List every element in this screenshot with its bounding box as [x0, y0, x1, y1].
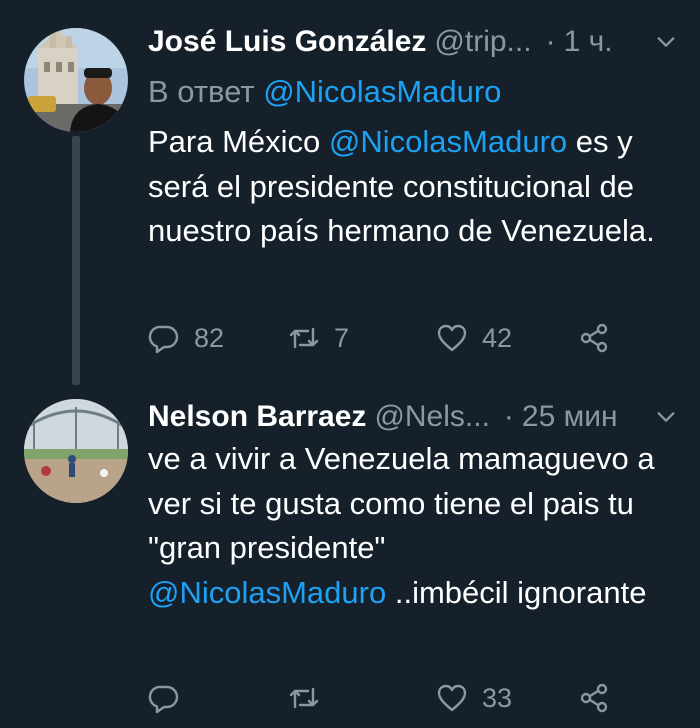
retweet-count: 7: [334, 322, 350, 353]
timestamp[interactable]: 25 мин: [522, 400, 618, 434]
share-nodes-icon: [580, 683, 608, 713]
mention-link[interactable]: @NicolasMaduro: [329, 124, 567, 159]
retweet-arrows-icon: [289, 327, 319, 349]
tweet-text: ve a vivir a Venezuela mamaguevo a ver s…: [148, 437, 680, 615]
tweet-text-end: ..imbécil ignorante: [394, 574, 647, 610]
mention-link[interactable]: @NicolasMaduro: [148, 575, 386, 610]
heart-icon: [437, 684, 467, 712]
tweet-actions: 82 7 42: [148, 318, 680, 358]
chevron-down-icon[interactable]: [652, 28, 680, 56]
timestamp[interactable]: 1 ч.: [564, 25, 613, 59]
thread-line: [72, 136, 80, 385]
tweet-text-start: Para México: [148, 124, 321, 159]
tweet-card[interactable]: Nelson Barraez @Nels... · 25 мин ve a vi…: [0, 385, 700, 728]
avatar-photo: [24, 399, 128, 503]
tweet-header: José Luis González @trip... · 1 ч.: [148, 20, 680, 64]
tweet-actions: 33: [148, 678, 680, 718]
retweet-button[interactable]: 7: [288, 318, 349, 358]
share-button[interactable]: [578, 318, 610, 358]
reply-button[interactable]: 82: [148, 318, 224, 358]
share-button[interactable]: [578, 678, 610, 718]
like-button[interactable]: 33: [436, 678, 512, 718]
author-name[interactable]: Nelson Barraez: [148, 400, 366, 434]
reply-bubble-icon: [148, 685, 179, 714]
reply-prefix: В ответ: [148, 74, 255, 109]
reply-mention-link[interactable]: @NicolasMaduro: [263, 74, 501, 109]
reply-bubble-icon: [148, 325, 179, 354]
tweet-text: Para México @NicolasMaduro es y será el …: [148, 120, 680, 254]
reply-context: В ответ @NicolasMaduro: [148, 74, 501, 110]
reply-count: 82: [194, 322, 225, 353]
retweet-button[interactable]: [288, 678, 320, 718]
author-handle[interactable]: @trip...: [434, 25, 531, 59]
share-nodes-icon: [580, 323, 608, 353]
avatar-photo: [24, 28, 128, 132]
author-handle[interactable]: @Nels...: [374, 400, 489, 434]
header-separator: ·: [545, 25, 556, 58]
like-count: 33: [482, 682, 513, 713]
avatar[interactable]: [24, 399, 128, 503]
heart-icon: [437, 324, 467, 352]
like-button[interactable]: 42: [436, 318, 512, 358]
tweet-text-start: ve a vivir a Venezuela mamaguevo a ver s…: [148, 441, 655, 565]
author-name[interactable]: José Luis González: [148, 25, 426, 59]
avatar[interactable]: [24, 28, 128, 132]
chevron-down-icon[interactable]: [652, 403, 680, 431]
like-count: 42: [482, 322, 513, 353]
reply-button[interactable]: [148, 678, 180, 718]
tweet-header: Nelson Barraez @Nels... · 25 мин: [148, 395, 680, 439]
header-separator: ·: [503, 400, 514, 433]
retweet-arrows-icon: [289, 687, 319, 709]
tweet-card[interactable]: José Luis González @trip... · 1 ч. В отв…: [0, 0, 700, 385]
